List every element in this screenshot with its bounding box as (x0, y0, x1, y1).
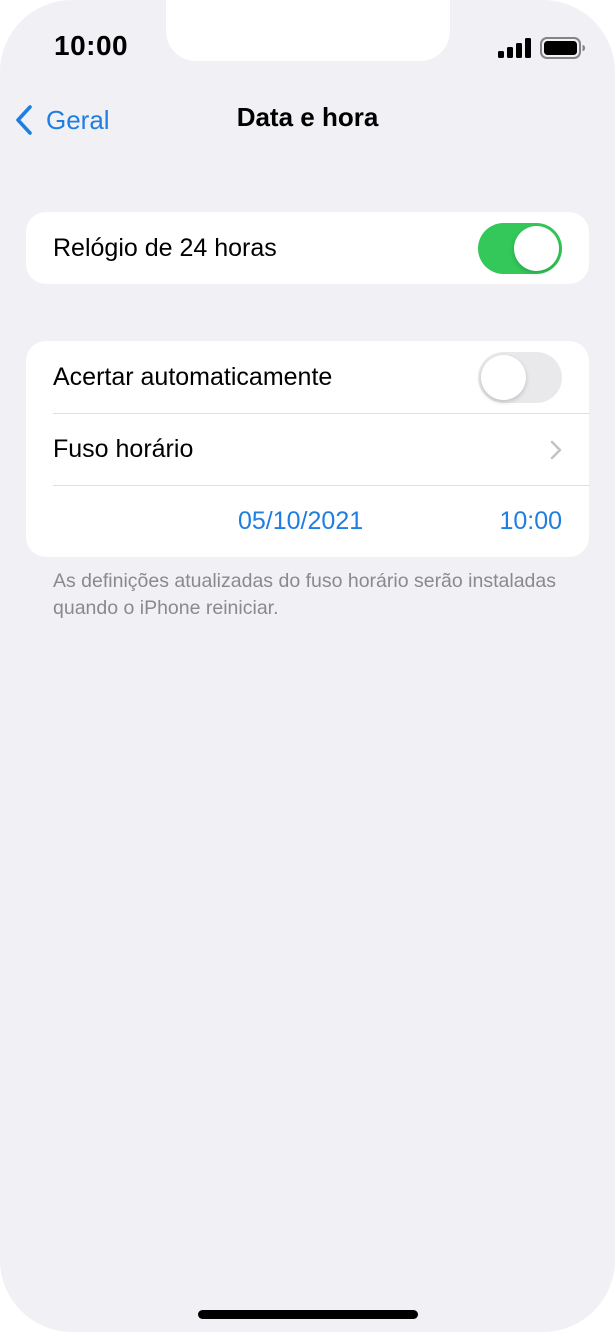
row-divider (53, 413, 589, 414)
row-divider (53, 485, 589, 486)
set-automatically-label: Acertar automaticamente (53, 362, 333, 391)
time-zone-label: Fuso horário (53, 434, 194, 463)
date-value[interactable]: 05/10/2021 (238, 507, 363, 536)
clock-24h-label: Relógio de 24 horas (53, 233, 277, 262)
clock-24h-toggle[interactable] (478, 223, 562, 274)
time-zone-footnote: As definições atualizadas do fuso horári… (53, 570, 556, 619)
toggle-knob (481, 355, 526, 400)
phone-screen: 10:00 Geral Data e hora Relógio de 24 ho… (0, 0, 615, 1332)
page-title: Data e hora (236, 102, 379, 132)
status-bar-time: 10:00 (54, 30, 129, 61)
toggle-knob (514, 226, 559, 271)
clock-settings-group: Relógio de 24 horas (26, 212, 589, 284)
clock-24h-row: Relógio de 24 horas (26, 212, 589, 284)
time-zone-row[interactable]: Fuso horário (26, 413, 589, 485)
battery-icon (540, 37, 585, 59)
home-indicator[interactable] (198, 1310, 418, 1319)
date-time-row: 05/10/2021 10:00 (26, 485, 589, 557)
set-automatically-toggle[interactable] (478, 352, 562, 403)
cellular-signal-icon (498, 38, 531, 58)
chevron-right-icon (550, 440, 562, 460)
set-automatically-row: Acertar automaticamente (26, 341, 589, 413)
time-value[interactable]: 10:00 (499, 507, 562, 536)
notch (166, 0, 450, 61)
date-time-settings-group: Acertar automaticamente Fuso horário 05/… (26, 341, 589, 557)
